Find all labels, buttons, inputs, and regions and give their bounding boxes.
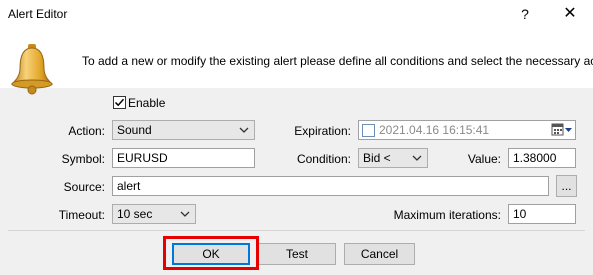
chevron-down-icon: [513, 223, 575, 224]
condition-label: Condition:: [296, 152, 351, 166]
browse-button[interactable]: ...: [556, 175, 577, 197]
calendar-icon[interactable]: [551, 123, 573, 139]
test-button[interactable]: Test: [258, 243, 336, 265]
action-value: Sound: [117, 123, 152, 137]
alert-editor-dialog: Alert Editor ? ✕ To add a new or modify …: [0, 0, 593, 275]
window-title: Alert Editor: [8, 7, 68, 21]
source-select[interactable]: alert: [112, 176, 549, 196]
button-separator: [8, 230, 585, 231]
expiration-value: 2021.04.16 16:15:41: [379, 123, 490, 137]
chevron-down-icon: [117, 167, 254, 168]
expiration-checkbox[interactable]: [362, 124, 375, 137]
close-button[interactable]: ✕: [560, 3, 580, 25]
action-label: Action:: [68, 124, 105, 138]
max-iterations-select[interactable]: 10: [508, 204, 576, 224]
enable-label: Enable: [128, 96, 166, 110]
timeout-select[interactable]: 10 sec: [112, 204, 196, 224]
timeout-value: 10 sec: [117, 207, 153, 221]
expiration-label: Expiration:: [294, 124, 351, 138]
value-text: 1.38000: [513, 151, 557, 165]
symbol-label: Symbol:: [61, 152, 105, 166]
symbol-select[interactable]: EURUSD: [112, 148, 255, 168]
chevron-down-icon: [117, 195, 548, 196]
title-bar: Alert Editor ? ✕: [0, 0, 593, 30]
value-label: Value:: [467, 152, 501, 166]
condition-value: Bid <: [363, 151, 391, 165]
expiration-datetime-field[interactable]: 2021.04.16 16:15:41: [358, 120, 576, 140]
chevron-down-icon: [238, 121, 250, 139]
source-value: alert: [117, 179, 141, 193]
checkmark-icon: [114, 98, 125, 107]
bell-icon: [8, 42, 56, 98]
enable-checkbox[interactable]: [113, 96, 126, 109]
max-iterations-label: Maximum iterations:: [393, 208, 501, 222]
action-select[interactable]: Sound: [112, 120, 255, 140]
max-iterations-value: 10: [513, 207, 527, 221]
header-instructions: To add a new or modify the existing aler…: [82, 54, 593, 68]
chevron-down-icon: [179, 205, 191, 223]
condition-select[interactable]: Bid <: [358, 148, 428, 168]
symbol-value: EURUSD: [117, 151, 168, 165]
ok-highlight-box: [163, 236, 259, 270]
chevron-down-icon: [411, 149, 423, 167]
cancel-button[interactable]: Cancel: [344, 243, 415, 265]
timeout-label: Timeout:: [58, 208, 105, 222]
source-label: Source:: [63, 180, 105, 194]
value-input[interactable]: 1.38000: [508, 148, 576, 168]
help-button[interactable]: ?: [517, 4, 533, 24]
header-panel: To add a new or modify the existing aler…: [0, 30, 593, 95]
